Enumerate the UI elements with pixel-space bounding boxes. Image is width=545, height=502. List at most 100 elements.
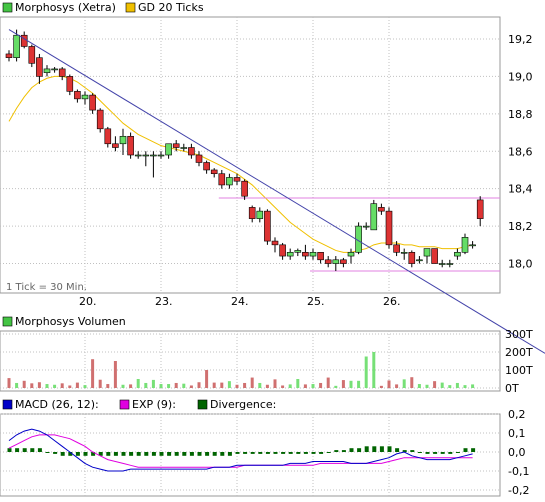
candle-body [324,259,332,264]
volume-bar [364,356,368,388]
volume-bar [60,383,64,388]
candle-body [438,263,446,265]
divergence-bar [410,450,415,452]
divergence-bar [440,452,445,454]
divergence-bar [334,450,339,452]
divergence-bar [159,452,164,456]
candle-body [294,250,302,253]
divergence-bar [281,452,286,454]
legend-swatch-divergence [197,399,208,410]
volume-bar [258,382,262,388]
legend-swatch-volume [2,316,13,327]
volume-bar [174,382,178,388]
divergence-bar [250,452,255,454]
candle-body [150,154,157,157]
volume-bar [455,382,459,388]
x-tick: 20. [79,295,97,308]
divergence-bar [45,452,50,453]
divergence-bar [205,452,210,456]
candle-body [58,68,66,77]
stock-chart: Morphosys (Xetra) GD 20 Ticks 19,2 19,0 18… [0,0,545,502]
volume-bar [372,352,376,388]
volume-title: Morphosys Volumen [15,315,126,328]
divergence-bar [227,452,232,456]
divergence-bar [319,452,324,454]
divergence-bar [326,452,331,453]
candle-body [241,180,248,197]
volume-bar [265,384,269,388]
divergence-bar [357,448,362,452]
divergence-bar [83,452,88,456]
legend-label-price: Morphosys (Xetra) [15,1,116,14]
volume-bar [15,382,19,388]
volume-bar [167,384,171,388]
divergence-bar [75,452,80,456]
volume-bar [349,380,353,388]
candle-body [127,135,134,156]
divergence-bar [417,452,422,453]
volume-bar [98,379,102,388]
divergence-bar [167,452,172,456]
candle-body [188,147,195,156]
volume-y-tick: 0T [505,382,519,395]
divergence-bar [113,452,118,456]
volume-bar [159,384,163,388]
volume-bar [243,382,247,388]
volume-bar [205,370,209,388]
volume-bar [395,384,399,388]
volume-bar [250,377,254,388]
candle-body [317,252,324,261]
x-tick: 25. [307,295,325,308]
tick-note: 1 Tick = 30 Min. [6,282,87,293]
volume-bar [402,379,406,388]
volume-bar [151,379,155,388]
candle-body [461,237,469,253]
volume-bar [387,380,391,388]
candle-body [172,143,180,148]
divergence-bar [243,452,248,454]
volume-bar [37,382,41,388]
x-tick: 26. [383,295,401,308]
volume-bar [227,381,231,388]
legend-swatch-price [2,2,13,13]
price-y-tick: 18,6 [508,145,533,158]
divergence-bar [387,446,392,452]
candle-body [431,248,438,264]
divergence-bar [106,452,111,456]
price-y-tick: 18,4 [508,183,533,196]
volume-bar [463,385,467,388]
candle-body [340,259,347,264]
divergence-bar [174,452,179,456]
candle-body [469,244,476,247]
candle-body [362,225,370,228]
candle-body [203,162,210,171]
candle-body [279,244,286,257]
divergence-bar [395,448,400,452]
candle-body [385,210,393,246]
volume-bar [334,385,338,388]
volume-y-tick: 300T [505,328,533,341]
candle-body [157,154,165,157]
legend-swatch-ma [125,2,136,13]
x-tick: 24. [231,295,249,308]
volume-bar [319,382,323,388]
divergence-bar [7,448,12,452]
volume-bar [288,384,292,388]
divergence-bar [341,450,346,452]
candle-body [112,143,119,148]
volume-y-tick: 200T [505,346,533,359]
macd-y-tick: 0,0 [508,446,526,459]
volume-bar [311,384,315,388]
candle-body [423,248,431,257]
candle-body [142,154,150,157]
divergence-bar [60,452,65,456]
divergence-bar [197,452,202,456]
price-y-tick: 18,2 [508,220,533,233]
divergence-bar [182,452,187,456]
chart-canvas: Morphosys (Xetra) GD 20 Ticks 19,2 19,0 18… [0,0,545,502]
divergence-bar [121,452,126,456]
volume-bar [53,384,57,388]
legend-swatch-macd [2,399,13,410]
candle-body [20,34,28,47]
divergence-bar [220,452,225,456]
